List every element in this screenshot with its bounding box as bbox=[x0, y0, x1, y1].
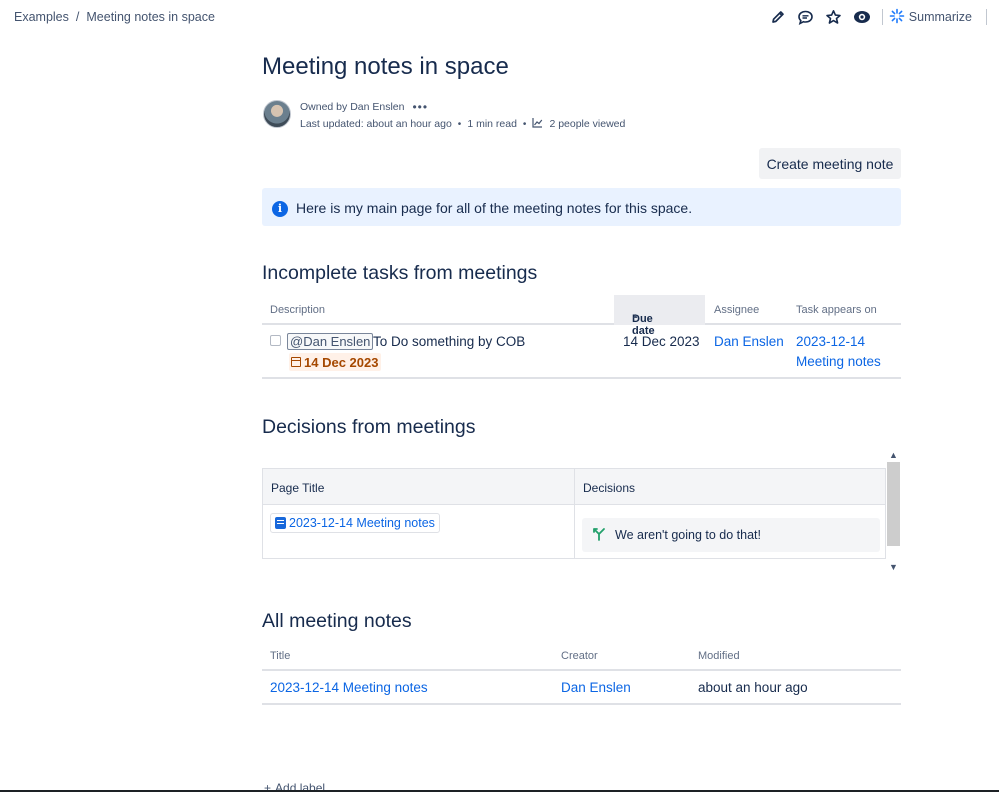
page-title: Meeting notes in space bbox=[262, 53, 509, 80]
info-panel: i Here is my main page for all of the me… bbox=[262, 188, 901, 226]
tasks-table-header: Description Due date ▲ Assignee Task app… bbox=[262, 295, 901, 337]
analytics-icon bbox=[532, 117, 543, 131]
task-page-link-title[interactable]: Meeting notes bbox=[796, 354, 881, 369]
info-icon: i bbox=[272, 201, 288, 217]
column-header-modified[interactable]: Modified bbox=[698, 650, 740, 662]
task-date-text: 14 Dec 2023 bbox=[304, 354, 379, 370]
page-actions: Summarize bbox=[764, 6, 999, 28]
views-text[interactable]: 2 people viewed bbox=[549, 118, 625, 130]
task-date-lozenge[interactable]: 14 Dec 2023 bbox=[289, 353, 382, 371]
scroll-up-arrow-icon[interactable]: ▲ bbox=[886, 448, 901, 462]
user-mention[interactable]: @Dan Enslen bbox=[287, 333, 374, 350]
column-header-creator[interactable]: Creator bbox=[561, 650, 598, 662]
summarize-button[interactable]: Summarize bbox=[889, 8, 999, 27]
column-divider bbox=[574, 469, 575, 558]
comment-icon[interactable] bbox=[792, 6, 820, 28]
star-icon[interactable] bbox=[820, 6, 848, 28]
breadcrumb-item-current-page[interactable]: Meeting notes in space bbox=[86, 10, 215, 24]
owned-by-text: Owned by Dan Enslen bbox=[300, 101, 405, 113]
read-time-text: 1 min read bbox=[467, 118, 517, 130]
breadcrumb: Examples / Meeting notes in space bbox=[14, 10, 215, 24]
scrollbar-thumb[interactable] bbox=[887, 462, 900, 546]
page-icon bbox=[275, 517, 286, 529]
column-header-due-date[interactable]: Due date ▲ bbox=[614, 295, 705, 337]
more-actions-icon[interactable]: ••• bbox=[412, 100, 428, 114]
table-row: 2023-12-14 Meeting notes Dan Enslen abou… bbox=[262, 671, 901, 705]
owner-line: Owned by Dan Enslen ••• bbox=[300, 100, 428, 114]
task-page-link-date[interactable]: 2023-12-14 bbox=[796, 334, 865, 349]
table-row: @Dan Enslen To Do something by COB 14 De… bbox=[262, 325, 901, 379]
page-meta: Last updated: about an hour ago • 1 min … bbox=[300, 117, 625, 131]
notes-table-header: Title Creator Modified bbox=[262, 645, 901, 671]
task-checkbox[interactable] bbox=[270, 335, 281, 346]
all-notes-heading: All meeting notes bbox=[262, 610, 412, 632]
assignee-link[interactable]: Dan Enslen bbox=[714, 334, 784, 349]
edit-pencil-icon[interactable] bbox=[764, 6, 792, 28]
decisions-table: Page Title Decisions 2023-12-14 Meeting … bbox=[262, 468, 886, 559]
page-byline: Owned by Dan Enslen ••• Last updated: ab… bbox=[262, 100, 901, 130]
tasks-table: Description Due date ▲ Assignee Task app… bbox=[262, 295, 901, 379]
calendar-icon bbox=[291, 357, 301, 367]
column-header-decisions: Decisions bbox=[583, 481, 636, 495]
note-creator-link[interactable]: Dan Enslen bbox=[561, 680, 631, 695]
column-header-description[interactable]: Description bbox=[270, 304, 325, 316]
column-header-title[interactable]: Title bbox=[270, 650, 290, 662]
note-title-link[interactable]: 2023-12-14 Meeting notes bbox=[270, 680, 428, 695]
breadcrumb-separator: / bbox=[75, 10, 80, 24]
note-modified-text: about an hour ago bbox=[698, 680, 808, 695]
info-panel-text: Here is my main page for all of the meet… bbox=[296, 200, 693, 216]
summarize-label: Summarize bbox=[908, 10, 972, 24]
watch-eye-icon[interactable] bbox=[848, 6, 876, 28]
decisions-heading: Decisions from meetings bbox=[262, 416, 476, 438]
page-link-text: 2023-12-14 Meeting notes bbox=[289, 516, 435, 530]
decision-text: We aren't going to do that! bbox=[615, 528, 762, 542]
top-bar: Examples / Meeting notes in space Summar… bbox=[0, 0, 999, 34]
column-header-task-appears-on[interactable]: Task appears on bbox=[796, 304, 877, 316]
breadcrumb-item-examples[interactable]: Examples bbox=[14, 10, 69, 24]
task-text: To Do something by COB bbox=[373, 334, 526, 349]
notes-table: Title Creator Modified 2023-12-14 Meetin… bbox=[262, 645, 901, 705]
meta-bullet: • bbox=[522, 118, 527, 130]
ai-sparkle-icon bbox=[889, 8, 905, 27]
tasks-heading: Incomplete tasks from meetings bbox=[262, 262, 538, 284]
scroll-down-arrow-icon[interactable]: ▼ bbox=[886, 560, 901, 574]
decision-icon bbox=[592, 527, 606, 544]
meta-bullet: • bbox=[457, 118, 462, 130]
toolbar-divider bbox=[881, 9, 883, 25]
last-updated-text[interactable]: Last updated: about an hour ago bbox=[300, 118, 452, 130]
avatar[interactable] bbox=[263, 100, 291, 128]
column-header-assignee[interactable]: Assignee bbox=[714, 304, 759, 316]
due-date-cell: 14 Dec 2023 bbox=[623, 334, 700, 349]
column-header-page-title: Page Title bbox=[271, 481, 325, 495]
create-meeting-note-button[interactable]: Create meeting note bbox=[759, 148, 901, 179]
page-link-chip[interactable]: 2023-12-14 Meeting notes bbox=[270, 513, 440, 533]
decisions-scrollbar[interactable]: ▲ ▼ bbox=[886, 448, 901, 574]
decision-item: We aren't going to do that! bbox=[582, 518, 880, 552]
decisions-container: Page Title Decisions 2023-12-14 Meeting … bbox=[262, 448, 901, 574]
sort-ascending-icon: ▲ bbox=[632, 313, 639, 320]
